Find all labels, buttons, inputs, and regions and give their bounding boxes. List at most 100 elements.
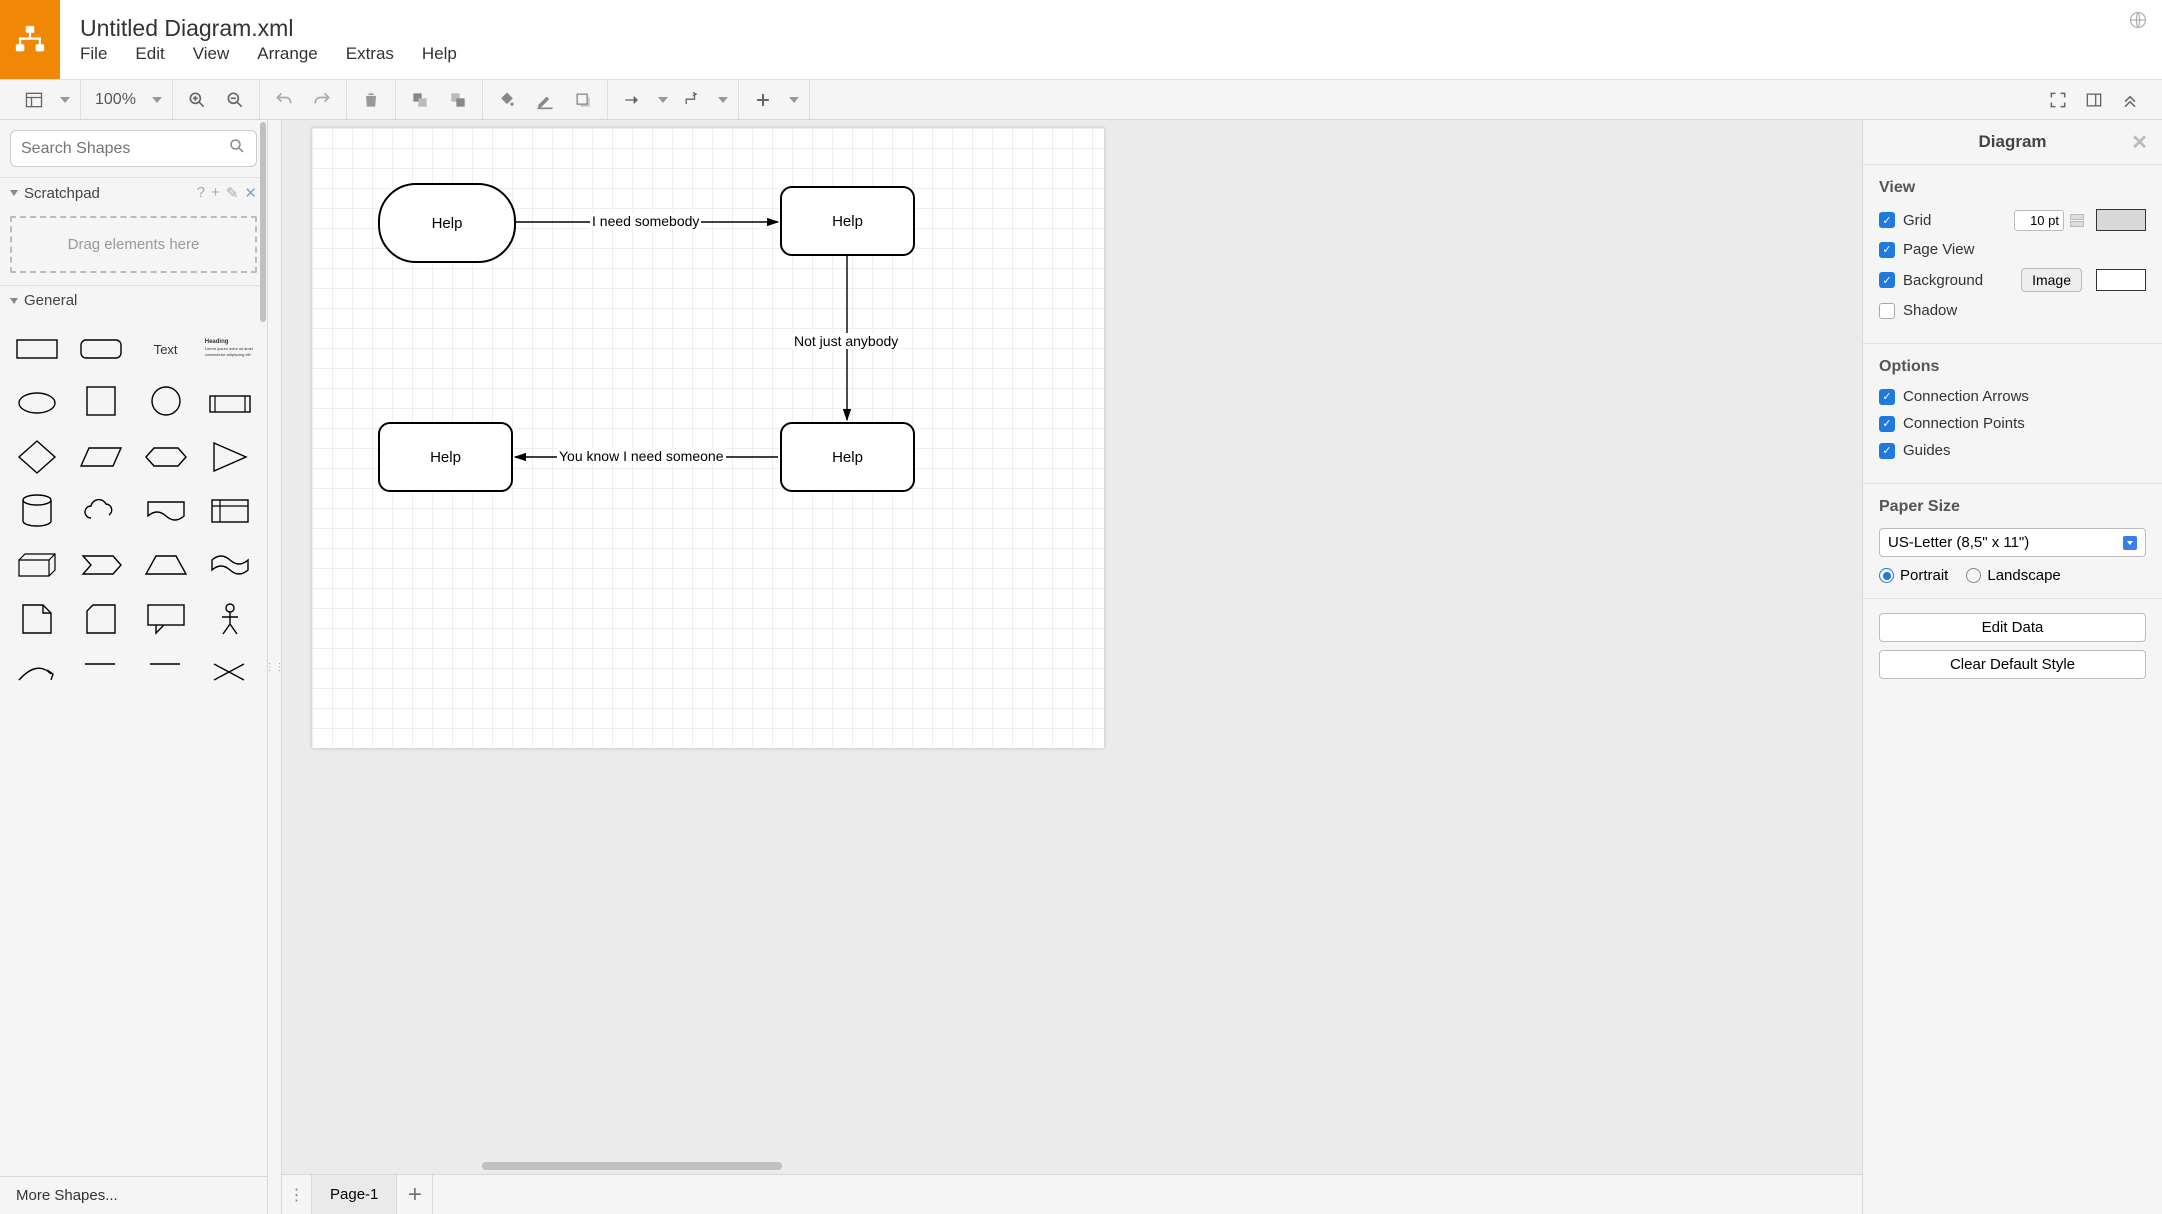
shape-cube[interactable]	[12, 545, 62, 585]
edit-data-button[interactable]: Edit Data	[1879, 613, 2146, 642]
zoom-in-button[interactable]	[183, 86, 211, 114]
menu-file[interactable]: File	[80, 44, 107, 64]
waypoint-caret[interactable]	[718, 97, 728, 103]
edge-label-1[interactable]: I need somebody	[590, 213, 701, 229]
shadow-button[interactable]	[569, 86, 597, 114]
shape-internal-storage[interactable]	[205, 491, 255, 531]
menu-view[interactable]: View	[193, 44, 230, 64]
shape-ellipse[interactable]	[12, 383, 62, 423]
fullscreen-button[interactable]	[2044, 86, 2072, 114]
shape-tape[interactable]	[205, 545, 255, 585]
app-logo[interactable]	[0, 0, 60, 79]
grid-size-stepper[interactable]	[2070, 214, 2084, 227]
scratchpad-header[interactable]: Scratchpad ? + ✎ ✕	[0, 177, 267, 208]
canvas-horizontal-scrollbar[interactable]	[482, 1162, 782, 1170]
shape-hexagon[interactable]	[141, 437, 191, 477]
general-header[interactable]: General	[0, 285, 267, 315]
shape-note[interactable]	[12, 599, 62, 639]
shape-text[interactable]: Text	[141, 329, 191, 369]
shape-partial1[interactable]	[76, 653, 126, 693]
shape-step[interactable]	[76, 545, 126, 585]
background-image-button[interactable]: Image	[2021, 268, 2082, 292]
sidebar-splitter[interactable]: ⋮⋮	[268, 120, 282, 1214]
format-panel-button[interactable]	[2080, 86, 2108, 114]
grid-checkbox[interactable]: ✓	[1879, 212, 1895, 228]
grid-size-input[interactable]	[2014, 210, 2064, 231]
connection-style-button[interactable]	[618, 86, 646, 114]
search-input[interactable]	[21, 140, 228, 158]
shape-partial2[interactable]	[141, 653, 191, 693]
shape-cloud[interactable]	[76, 491, 126, 531]
shape-curve[interactable]	[12, 653, 62, 693]
zoom-level[interactable]: 100%	[91, 91, 140, 109]
language-icon[interactable]	[2128, 10, 2148, 35]
shape-heading[interactable]: HeadingLorem ipsum dolor sit amet consec…	[205, 329, 255, 369]
shape-callout[interactable]	[141, 599, 191, 639]
scratchpad-help-icon[interactable]: ?	[197, 184, 205, 202]
waypoint-style-button[interactable]	[678, 86, 706, 114]
menu-help[interactable]: Help	[422, 44, 457, 64]
conn-arrows-checkbox[interactable]: ✓	[1879, 389, 1895, 405]
shape-rounded-rect[interactable]	[76, 329, 126, 369]
shape-triangle[interactable]	[205, 437, 255, 477]
conn-points-checkbox[interactable]: ✓	[1879, 416, 1895, 432]
sidebar-scrollbar[interactable]	[259, 120, 267, 1214]
shape-link[interactable]	[205, 653, 255, 693]
tab-page-1[interactable]: Page-1	[312, 1175, 397, 1214]
insert-button[interactable]	[749, 86, 777, 114]
search-shapes-box[interactable]	[10, 130, 257, 167]
delete-button[interactable]	[357, 86, 385, 114]
node-help-1[interactable]: Help	[378, 183, 516, 263]
line-color-button[interactable]	[531, 86, 559, 114]
zoom-out-button[interactable]	[221, 86, 249, 114]
grid-color-swatch[interactable]	[2096, 209, 2146, 231]
shape-actor[interactable]	[205, 599, 255, 639]
landscape-radio[interactable]	[1966, 568, 1981, 583]
fill-color-button[interactable]	[493, 86, 521, 114]
to-front-button[interactable]	[406, 86, 434, 114]
paper-size-select[interactable]: US-Letter (8,5" x 11")	[1879, 528, 2146, 557]
redo-button[interactable]	[308, 86, 336, 114]
shape-trapezoid[interactable]	[141, 545, 191, 585]
view-mode-caret[interactable]	[60, 97, 70, 103]
portrait-radio[interactable]	[1879, 568, 1894, 583]
shape-card[interactable]	[76, 599, 126, 639]
zoom-caret[interactable]	[152, 97, 162, 103]
document-title[interactable]: Untitled Diagram.xml	[80, 15, 2114, 42]
add-page-button[interactable]: +	[397, 1175, 433, 1214]
scratchpad-edit-icon[interactable]: ✎	[226, 184, 239, 202]
connection-caret[interactable]	[658, 97, 668, 103]
shape-circle[interactable]	[141, 383, 191, 423]
canvas-viewport[interactable]: Help Help Help Help I need somebody Not …	[282, 120, 1862, 1174]
shape-process[interactable]	[205, 383, 255, 423]
undo-button[interactable]	[270, 86, 298, 114]
shape-square[interactable]	[76, 383, 126, 423]
edge-label-3[interactable]: You know I need someone	[557, 448, 726, 464]
to-back-button[interactable]	[444, 86, 472, 114]
shape-rectangle[interactable]	[12, 329, 62, 369]
menu-arrange[interactable]: Arrange	[257, 44, 317, 64]
shadow-checkbox[interactable]	[1879, 303, 1895, 319]
guides-checkbox[interactable]: ✓	[1879, 443, 1895, 459]
shape-parallelogram[interactable]	[76, 437, 126, 477]
clear-default-style-button[interactable]: Clear Default Style	[1879, 650, 2146, 679]
shape-document[interactable]	[141, 491, 191, 531]
view-mode-button[interactable]	[20, 86, 48, 114]
scratchpad-close-icon[interactable]: ✕	[244, 184, 257, 202]
menu-extras[interactable]: Extras	[346, 44, 394, 64]
diagram-paper[interactable]: Help Help Help Help I need somebody Not …	[312, 128, 1104, 748]
shape-diamond[interactable]	[12, 437, 62, 477]
panel-close-icon[interactable]: ✕	[2131, 130, 2148, 155]
node-help-2[interactable]: Help	[780, 186, 915, 256]
menu-edit[interactable]: Edit	[135, 44, 164, 64]
scratchpad-add-icon[interactable]: +	[211, 184, 220, 202]
shape-cylinder[interactable]	[12, 491, 62, 531]
collapse-button[interactable]	[2116, 86, 2144, 114]
node-help-4[interactable]: Help	[378, 422, 513, 492]
background-color-swatch[interactable]	[2096, 269, 2146, 291]
tab-menu-button[interactable]: ⋮	[282, 1175, 312, 1214]
scratchpad-dropzone[interactable]: Drag elements here	[10, 216, 257, 273]
page-view-checkbox[interactable]: ✓	[1879, 242, 1895, 258]
insert-caret[interactable]	[789, 97, 799, 103]
node-help-3[interactable]: Help	[780, 422, 915, 492]
